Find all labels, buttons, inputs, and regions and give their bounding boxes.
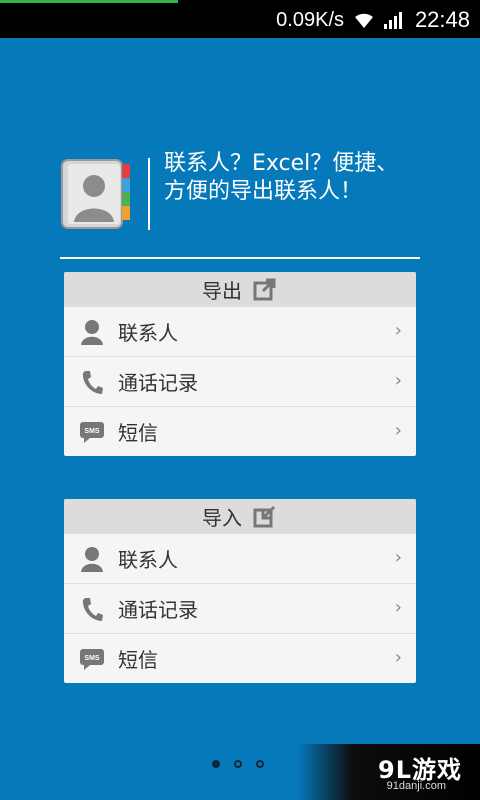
import-card-header: 导入 [64,499,416,533]
status-progress-line [0,0,178,3]
svg-text:SMS: SMS [84,428,100,435]
phone-icon [78,595,106,623]
import-card: 导入 联系人 › 通话记录 › SMS 短信 › [64,499,416,683]
signal-icon [384,12,402,29]
network-speed: 0.09K/s [276,9,344,31]
import-contacts-label: 联系人 [118,548,178,572]
sms-icon: SMS [78,418,106,446]
export-sms-label: 短信 [118,421,158,445]
watermark-site: 91danji.com [386,780,446,792]
import-contacts-row[interactable]: 联系人 › [64,533,416,583]
export-card-title: 导出 [202,278,242,303]
export-card-header: 导出 [64,272,416,306]
chevron-right-icon: › [394,597,402,618]
export-icon [253,278,276,301]
app-tagline: 联系人？Excel？便捷、方便的导出联系人！ [164,151,399,204]
page-dot-3[interactable] [256,760,264,768]
export-contacts-label: 联系人 [118,321,178,345]
chevron-right-icon: › [394,547,402,568]
header-divider-vertical [148,158,150,230]
import-icon [253,505,276,528]
export-calllog-row[interactable]: 通话记录 › [64,356,416,406]
chevron-right-icon: › [394,420,402,441]
sms-icon: SMS [78,645,106,673]
person-icon [78,318,106,346]
clock: 22:48 [414,7,470,32]
import-sms-row[interactable]: SMS 短信 › [64,633,416,683]
import-calllog-label: 通话记录 [118,598,198,622]
chevron-right-icon: › [394,370,402,391]
chevron-right-icon: › [394,320,402,341]
wifi-icon [355,13,373,28]
app-header: 联系人？Excel？便捷、方便的导出联系人！ [60,150,420,240]
export-contacts-row[interactable]: 联系人 › [64,306,416,356]
watermark: 9L游戏 91danji.com [298,744,480,800]
page-dot-2[interactable] [234,760,242,768]
page-dot-1[interactable] [212,760,220,768]
chevron-right-icon: › [394,647,402,668]
export-calllog-label: 通话记录 [118,371,198,395]
header-divider [60,257,420,259]
person-icon [78,545,106,573]
status-bar: 0.09K/s 22:48 [0,0,480,38]
export-sms-row[interactable]: SMS 短信 › [64,406,416,456]
import-sms-label: 短信 [118,648,158,672]
page-indicator [212,760,264,768]
export-card: 导出 联系人 › 通话记录 › SMS 短信 › [64,272,416,456]
contacts-book-icon [61,159,130,229]
svg-text:SMS: SMS [84,655,100,662]
import-calllog-row[interactable]: 通话记录 › [64,583,416,633]
import-card-title: 导入 [202,505,242,530]
phone-icon [78,368,106,396]
